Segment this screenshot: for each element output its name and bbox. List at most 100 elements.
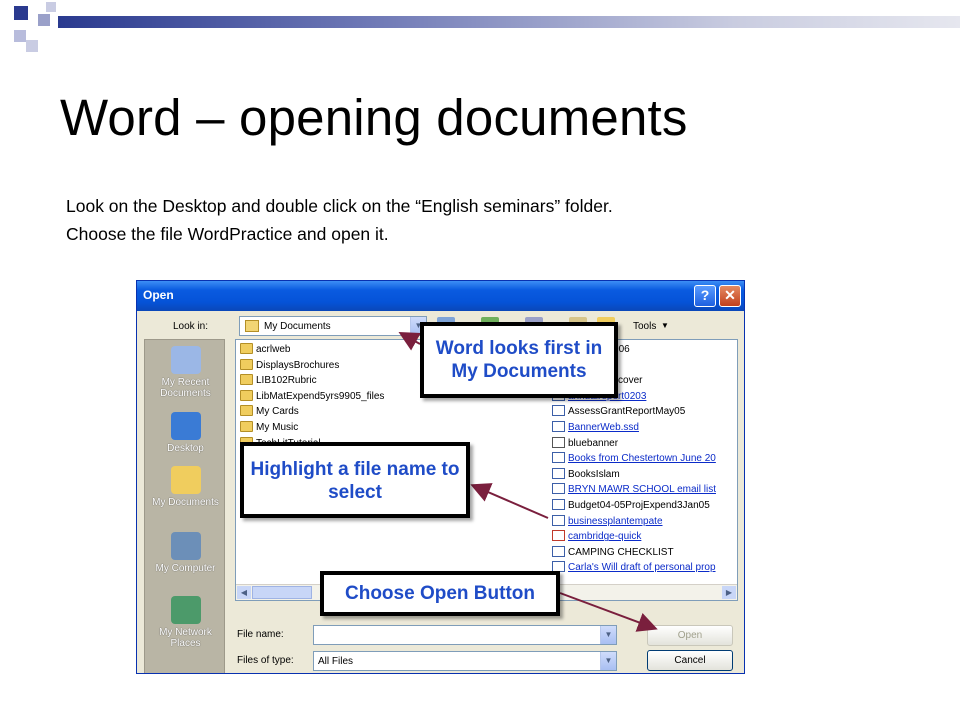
files-of-type-select[interactable]: All Files ▼: [313, 651, 617, 671]
chevron-down-icon[interactable]: ▼: [600, 626, 616, 644]
my-computer-icon: [170, 532, 201, 560]
file-name: Budget04-05ProjExpend3Jan05: [568, 500, 710, 511]
file-item[interactable]: acrlweb: [240, 343, 290, 358]
decor-square: [46, 2, 56, 12]
place-label: My Computer: [155, 563, 216, 574]
file-item[interactable]: Carla's Will draft of personal prop: [552, 561, 716, 576]
place-my-network-places[interactable]: My Network Places: [145, 596, 226, 649]
folder-icon: [240, 405, 253, 417]
doc-file-icon: [552, 467, 565, 479]
doc-file-icon: [552, 514, 565, 526]
tools-menu[interactable]: Tools: [633, 321, 656, 332]
callout-looks-first: Word looks first in My Documents: [420, 322, 618, 398]
doc-file-icon: [552, 483, 565, 495]
file-name: businessplantempate: [568, 515, 663, 527]
file-item[interactable]: Books from Chestertown June 20: [552, 452, 716, 467]
pdf-file-icon: [552, 530, 565, 542]
file-name: My Music: [256, 422, 299, 433]
decor-square: [14, 6, 28, 20]
file-name: LIB102Rubric: [256, 375, 317, 387]
file-name: BRYN MAWR SCHOOL email list: [568, 484, 716, 496]
place-desktop[interactable]: Desktop: [145, 412, 226, 454]
place-label: My Documents: [152, 497, 219, 508]
file-name: AssessGrantReportMay05: [568, 406, 686, 418]
folder-icon: [240, 358, 253, 370]
file-name: BooksIslam: [568, 468, 620, 480]
file-item[interactable]: BRYN MAWR SCHOOL email list: [552, 483, 716, 498]
file-name: cambridge-quick: [568, 531, 642, 543]
place-label: My Network Places: [159, 627, 212, 649]
file-item[interactable]: bluebanner: [552, 436, 619, 452]
place-my-recent-documents[interactable]: My Recent Documents: [145, 346, 226, 399]
file-item[interactable]: BannerWeb.ssd: [552, 421, 639, 436]
file-item[interactable]: My Music: [240, 421, 298, 436]
file-name: Books from Chestertown June 20: [568, 453, 716, 465]
decor-square: [14, 30, 26, 42]
file-name: BannerWeb.ssd: [568, 422, 639, 433]
folder-icon: [240, 389, 253, 401]
file-name-label: File name:: [237, 629, 284, 640]
look-in-select[interactable]: My Documents ▼: [239, 316, 427, 336]
my-documents-icon: [170, 466, 201, 494]
folder-icon: [240, 374, 253, 386]
help-icon[interactable]: ?: [694, 285, 716, 307]
scroll-left-icon[interactable]: ◀: [237, 586, 251, 599]
scroll-thumb[interactable]: [252, 586, 312, 599]
dialog-title: Open: [143, 288, 174, 302]
chevron-down-icon[interactable]: ▼: [600, 652, 616, 670]
doc-file-icon: [552, 405, 565, 417]
callout-highlight: Highlight a file name to select: [240, 442, 470, 518]
file-item[interactable]: businessplantempate: [552, 514, 663, 530]
doc-file-icon: [552, 499, 565, 510]
file-item[interactable]: AssessGrantReportMay05: [552, 405, 685, 420]
callout-open-button: Choose Open Button: [320, 571, 560, 616]
place-label: Desktop: [167, 443, 204, 454]
network-places-icon: [170, 596, 201, 624]
file-name: LibMatExpend5yrs9905_files: [256, 390, 385, 402]
look-in-value: My Documents: [264, 321, 331, 332]
dialog-title-bar[interactable]: Open ? ✕: [137, 281, 744, 311]
place-label: My Recent Documents: [160, 377, 211, 399]
recent-documents-icon: [170, 346, 201, 374]
close-icon[interactable]: ✕: [719, 285, 741, 307]
file-name: bluebanner: [568, 437, 619, 449]
scroll-right-icon[interactable]: ▶: [722, 586, 736, 599]
instruction-line: Choose the file WordPractice and open it…: [66, 224, 389, 244]
file-name: CAMPING CHECKLIST: [568, 546, 674, 558]
desktop-icon: [170, 412, 201, 440]
doc-file-icon: [552, 452, 565, 464]
folder-icon: [240, 343, 253, 354]
file-name: Carla's Will draft of personal prop: [568, 562, 716, 574]
txt-file-icon: [552, 436, 565, 448]
doc-file-icon: [552, 421, 565, 432]
file-item[interactable]: My Cards: [240, 405, 299, 420]
instruction-line: Look on the Desktop and double click on …: [66, 196, 613, 216]
look-in-label: Look in:: [173, 321, 209, 332]
decor-square: [38, 14, 50, 26]
decor-square: [26, 40, 38, 52]
my-documents-icon: [245, 320, 259, 332]
file-item[interactable]: Budget04-05ProjExpend3Jan05: [552, 499, 710, 514]
place-my-computer[interactable]: My Computer: [145, 532, 226, 574]
file-item[interactable]: LibMatExpend5yrs9905_files: [240, 389, 385, 405]
doc-file-icon: [552, 545, 565, 557]
file-item[interactable]: LIB102Rubric: [240, 374, 317, 389]
page-title: Word – opening documents: [60, 89, 688, 146]
files-of-type-label: Files of type:: [237, 655, 294, 666]
open-button[interactable]: Open: [647, 625, 733, 646]
file-name: My Cards: [256, 406, 299, 418]
file-name-input[interactable]: ▼: [313, 625, 617, 645]
file-name: DisplaysBrochures: [256, 359, 340, 371]
file-name: acrlweb: [256, 344, 291, 355]
file-item[interactable]: CAMPING CHECKLIST: [552, 545, 674, 561]
file-item[interactable]: DisplaysBrochures: [240, 358, 340, 374]
decor-top-bar: [58, 16, 960, 28]
places-bar: My Recent Documents Desktop My Documents…: [144, 339, 226, 673]
folder-icon: [240, 421, 253, 432]
file-item[interactable]: BooksIslam: [552, 467, 620, 483]
file-item[interactable]: cambridge-quick: [552, 530, 641, 545]
cancel-button[interactable]: Cancel: [647, 650, 733, 671]
chevron-down-icon[interactable]: ▼: [661, 321, 669, 330]
place-my-documents[interactable]: My Documents: [145, 466, 226, 508]
files-of-type-value: All Files: [318, 656, 354, 667]
